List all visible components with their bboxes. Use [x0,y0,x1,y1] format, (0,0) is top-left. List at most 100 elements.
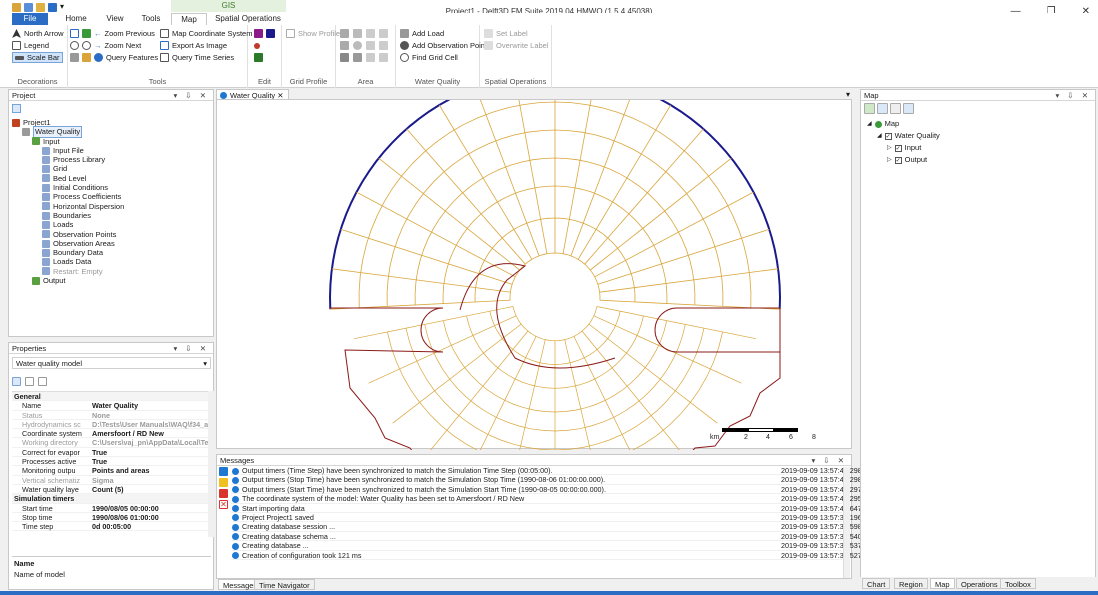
tree-item[interactable]: Water Quality [12,126,213,138]
tab-chart[interactable]: Chart [862,578,891,589]
alphabetical-icon[interactable] [25,377,34,386]
property-row[interactable]: Working directory C:\Users\vaj_pn\AppData… [12,438,208,448]
property-object-select[interactable]: Water quality model ▾ [12,357,211,369]
property-scrollbar[interactable] [208,391,214,537]
message-row[interactable]: The coordinate system of the model: Wate… [231,494,862,504]
property-row[interactable]: Status None [12,411,208,420]
messages-scrollbar[interactable] [843,467,850,578]
tree-item[interactable]: Observation Areas [12,239,213,248]
legend-button[interactable]: Legend [12,40,49,51]
property-row[interactable]: Coordinate system Amersfoort / RD New [12,429,208,439]
tree-item[interactable]: Observation Points [12,230,213,239]
panel-controls[interactable]: ▾ ⇩ ✕ [811,455,847,466]
message-row[interactable]: Creating database session ... 2019-09-09 … [231,522,862,532]
property-value[interactable]: True [92,448,208,457]
property-value[interactable]: True [92,457,208,466]
warning-filter-icon[interactable] [219,478,228,487]
tree-item[interactable]: Output [12,276,213,285]
tree-item[interactable]: Input [12,137,213,146]
tree-item[interactable]: Horizontal Dispersion [12,202,213,211]
property-row[interactable]: Name Water Quality [12,401,208,411]
area-tools-row-2[interactable] [340,40,388,51]
categorized-icon[interactable] [12,377,21,386]
tab-file[interactable]: File [12,13,48,25]
project-toolbar-icon[interactable] [12,104,21,113]
add-group-icon[interactable] [877,103,888,114]
expand-icon[interactable]: ▷ [887,142,892,154]
tree-item[interactable]: Loads Data [12,257,213,266]
property-value[interactable]: None [92,411,208,420]
tree-item[interactable]: Initial Conditions [12,183,213,192]
message-row[interactable]: Output timers (Start Time) have been syn… [231,485,862,495]
area-tools-row-1[interactable] [340,28,388,39]
message-row[interactable]: Output timers (Stop Time) have been sync… [231,475,862,485]
tab-spatial-operations[interactable]: Spatial Operations [211,13,285,25]
north-arrow-button[interactable]: North Arrow [12,28,64,39]
overwrite-label-button[interactable]: Overwrite Label [484,40,549,51]
area-tools-row-3[interactable] [340,52,388,63]
tree-item[interactable]: Loads [12,220,213,229]
panel-controls[interactable]: ▾ ⇩ ✕ [173,90,209,101]
property-value[interactable]: 0d 00:05:00 [92,522,208,531]
layer-visibility-checkbox[interactable]: ✓ [894,156,902,164]
property-row[interactable]: Hydrodynamics sc D:\Tests\User Manuals\WA… [12,420,208,430]
property-value[interactable]: Water Quality [92,401,208,410]
property-row[interactable]: Water quality laye Count (5) [12,485,208,495]
expand-icon[interactable]: ◢ [867,118,872,130]
message-row[interactable]: Output timers (Time Step) have been sync… [231,466,862,476]
property-category[interactable]: Simulation timers [12,494,208,504]
map-layer-item[interactable]: ◢ Map [867,118,940,130]
message-row[interactable]: Creation of configuration took 121 ms 201… [231,551,862,560]
layer-visibility-checkbox[interactable]: ✓ [884,132,892,140]
tree-item[interactable]: Grid [12,164,213,173]
query-features-button[interactable]: Query Features [94,52,158,63]
tab-region[interactable]: Region [894,578,928,589]
info-filter-icon[interactable] [219,467,228,476]
export-as-image-button[interactable]: Export As Image [160,40,227,51]
tree-item[interactable]: Boundary Data [12,248,213,257]
property-row[interactable]: Stop time 1990/08/06 01:00:00 [12,513,208,523]
property-value[interactable]: D:\Tests\User Manuals\WAQ\f34_agg [92,420,208,429]
tab-time-navigator[interactable]: Time Navigator [254,579,315,590]
message-row[interactable]: Creating database schema ... 2019-09-09 1… [231,532,862,542]
property-row[interactable]: Start time 1990/08/05 00:00:00 [12,504,208,513]
set-label-button[interactable]: Set Label [484,28,528,39]
property-value[interactable]: Amersfoort / RD New [92,429,208,438]
expand-icon[interactable]: ◢ [877,130,882,142]
edit-vertex-button[interactable] [254,28,275,39]
tab-view[interactable]: View [100,13,130,25]
error-filter-icon[interactable] [219,489,228,498]
property-value[interactable]: 1990/08/06 01:00:00 [92,513,208,522]
tree-item[interactable]: Input File [12,146,213,155]
add-observation-point-button[interactable]: Add Observation Point [400,40,487,51]
property-value[interactable]: C:\Users\vaj_pn\AppData\Local\Temp [92,438,208,447]
zoom-buttons[interactable] [70,40,91,51]
property-value[interactable]: Sigma [92,476,208,485]
property-row[interactable]: Monitoring outpu Points and areas [12,466,208,476]
property-category[interactable]: General [12,392,208,402]
property-value[interactable]: 1990/08/05 00:00:00 [92,504,208,513]
tree-item[interactable]: Boundaries [12,211,213,220]
find-grid-cell-button[interactable]: Find Grid Cell [400,52,458,63]
panel-controls[interactable]: ▾ ⇩ ✕ [173,343,209,354]
message-row[interactable]: Creating database ... 2019-09-09 13:57:35… [231,541,862,551]
tab-home[interactable]: Home [58,13,94,25]
select-tool-button[interactable] [70,28,91,39]
add-layer-icon[interactable] [864,103,875,114]
tab-map[interactable]: Map [930,578,955,589]
query-time-series-button[interactable]: Query Time Series [160,52,234,63]
pan-measure-buttons[interactable] [70,52,91,63]
expand-icon[interactable]: ▷ [887,154,892,166]
layer-properties-icon[interactable] [890,103,901,114]
tree-item[interactable]: Process Coefficients [12,192,213,201]
show-profile-button[interactable]: Show Profile [286,28,340,39]
tree-item[interactable]: Process Library [12,155,213,164]
add-load-button[interactable]: Add Load [400,28,444,39]
property-row[interactable]: Processes active True [12,457,208,467]
add-point-button[interactable] [254,40,260,51]
tab-toolbox[interactable]: Toolbox [1000,578,1036,589]
map-layer-item[interactable]: ▷ ✓ Input [867,142,940,154]
property-pages-icon[interactable] [38,377,47,386]
tree-item[interactable]: Restart: Empty [12,267,213,276]
message-row[interactable]: Project Project1 saved 2019-09-09 13:57:3… [231,513,862,523]
